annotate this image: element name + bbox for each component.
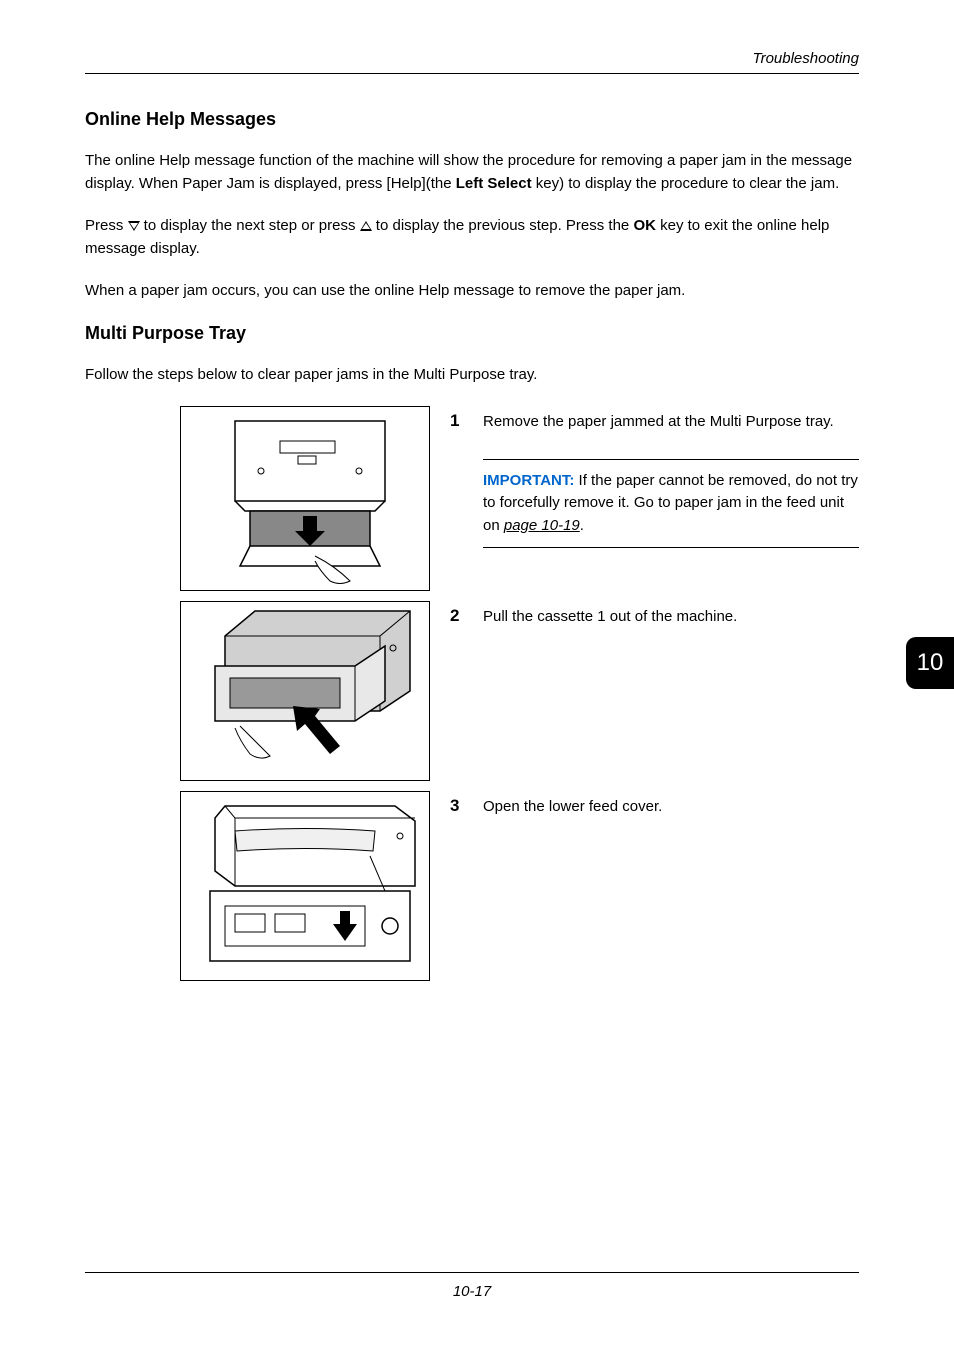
heading-online-help: Online Help Messages (85, 109, 859, 130)
illustration-step-3 (180, 791, 430, 981)
step-text: Open the lower feed cover. (483, 796, 662, 819)
chapter-tab: 10 (906, 637, 954, 689)
header-section-title: Troubleshooting (85, 50, 859, 74)
step-text: Remove the paper jammed at the Multi Pur… (483, 411, 859, 434)
para-online-help-1: The online Help message function of the … (85, 150, 859, 195)
step-number: 1 (450, 411, 465, 548)
step-number: 3 (450, 796, 465, 819)
step-row-3: 3 Open the lower feed cover. (85, 791, 859, 981)
step-text: Pull the cassette 1 out of the machine. (483, 606, 737, 629)
triangle-down-icon (128, 221, 140, 231)
important-note: IMPORTANT: If the paper cannot be remove… (483, 459, 859, 549)
step-row-2: 2 Pull the cassette 1 out of the machine… (85, 601, 859, 781)
para-online-help-2: Press to display the next step or press … (85, 215, 859, 260)
step-number: 2 (450, 606, 465, 629)
page-link[interactable]: page 10-19 (504, 517, 580, 534)
illustration-step-2 (180, 601, 430, 781)
page-number: 10-17 (85, 1272, 859, 1300)
heading-multi-purpose: Multi Purpose Tray (85, 323, 859, 344)
para-multi-purpose-intro: Follow the steps below to clear paper ja… (85, 364, 859, 387)
illustration-step-1 (180, 406, 430, 591)
step-row-1: 1 Remove the paper jammed at the Multi P… (85, 406, 859, 591)
triangle-up-icon (360, 221, 372, 231)
para-online-help-3: When a paper jam occurs, you can use the… (85, 280, 859, 303)
